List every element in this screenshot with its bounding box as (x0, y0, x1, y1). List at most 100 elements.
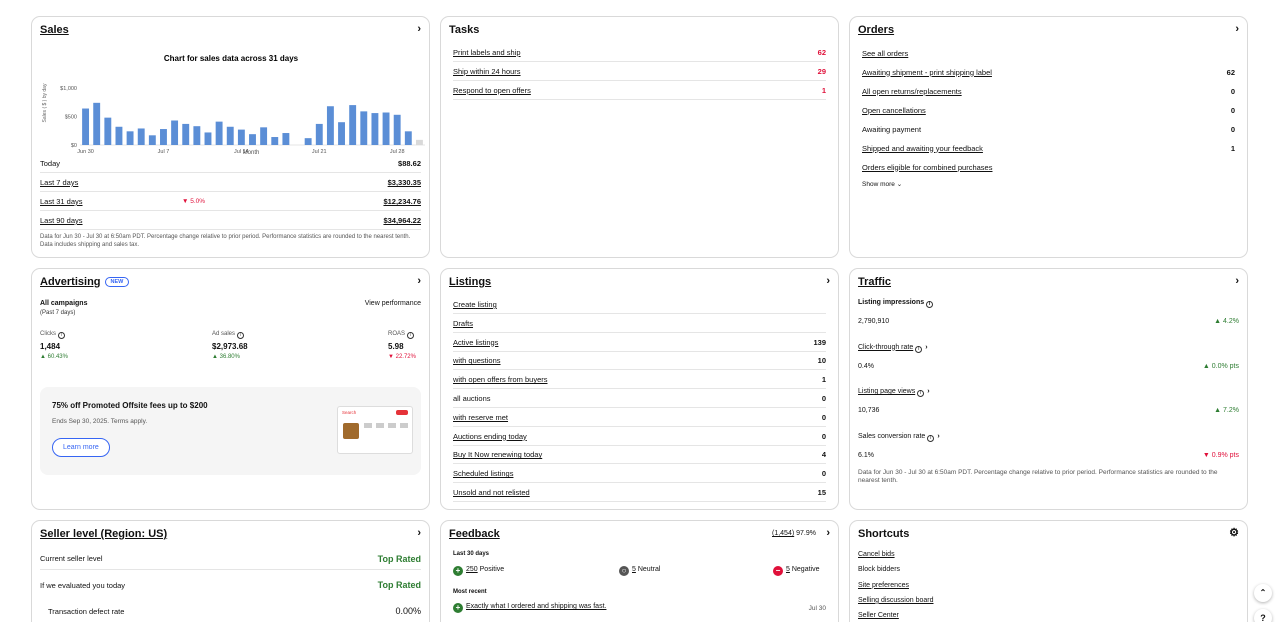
sales-bar[interactable] (182, 123, 190, 145)
sales-bar[interactable] (104, 117, 112, 145)
chevron-right-icon[interactable]: › (417, 23, 421, 35)
listing-row[interactable]: all auctions 0 (453, 390, 826, 408)
traffic-metric-value: 10,736 (858, 407, 880, 414)
task-row[interactable]: Respond to open offers 1 (453, 82, 826, 100)
listing-row[interactable]: Unsold and not relisted 15 (453, 484, 826, 502)
shortcut-link[interactable]: Seller Center (858, 612, 899, 619)
sales-bar[interactable] (160, 129, 167, 145)
listing-row[interactable]: Create listing (453, 296, 826, 314)
traffic-metric-label-wrap[interactable]: Click-through rate i › (858, 344, 928, 353)
show-more-button[interactable]: Show more ⌄ (862, 180, 902, 188)
sales-bar[interactable] (204, 132, 212, 145)
minus-circle-icon: − (773, 566, 783, 576)
sales-bar[interactable] (282, 133, 290, 145)
sales-bar[interactable] (349, 105, 357, 145)
shortcut-link[interactable]: Cancel bids (858, 551, 895, 558)
order-row[interactable]: Shipped and awaiting your feedback 1 (862, 139, 1235, 157)
sales-bar[interactable] (115, 126, 123, 145)
scroll-top-button[interactable]: ⌃ (1254, 584, 1272, 602)
chevron-right-icon[interactable]: › (826, 275, 830, 287)
info-icon[interactable]: i (927, 434, 935, 442)
sales-row[interactable]: Last 7 days $3,330.35 (40, 174, 421, 192)
chevron-right-icon[interactable]: › (417, 527, 421, 539)
sales-bar[interactable] (215, 121, 223, 145)
sales-bar[interactable] (360, 111, 368, 145)
order-row[interactable]: See all orders (862, 44, 1235, 62)
listing-row[interactable]: with reserve met 0 (453, 409, 826, 427)
listing-row[interactable]: Auctions ending today 0 (453, 428, 826, 446)
listing-row[interactable]: Active listings 139 (453, 334, 826, 352)
sales-bar[interactable] (304, 138, 312, 145)
chevron-right-icon[interactable]: › (1235, 275, 1239, 287)
listing-row[interactable]: Drafts (453, 315, 826, 333)
shortcut-link[interactable]: Site preferences (858, 582, 909, 589)
order-row[interactable]: Orders eligible for combined purchases (862, 158, 1235, 176)
listing-row[interactable]: with questions 10 (453, 352, 826, 371)
sales-bar[interactable] (326, 106, 334, 145)
sales-row[interactable]: Last 90 days $34,964.22 (40, 212, 421, 230)
gear-icon[interactable]: ⚙ (1229, 527, 1239, 539)
traffic-metric-value: 0.4% (858, 362, 874, 370)
ad-metric-label: Clicks (40, 331, 56, 337)
info-icon[interactable]: i (926, 301, 934, 308)
chevron-right-icon[interactable]: › (417, 275, 421, 287)
task-row[interactable]: Print labels and ship 62 (453, 44, 826, 62)
order-row[interactable]: Open cancellations 0 (862, 101, 1235, 119)
sales-bar[interactable] (371, 113, 379, 145)
sales-bar[interactable] (249, 134, 256, 145)
sales-bar[interactable] (415, 139, 423, 145)
sales-bar[interactable] (126, 131, 134, 145)
sales-bar[interactable] (137, 128, 145, 145)
traffic-metric-label-wrap[interactable]: Listing page views i › (858, 388, 930, 397)
seller-level-title[interactable]: Seller level (Region: US) (40, 528, 167, 540)
sales-bar[interactable] (171, 120, 179, 145)
chevron-right-icon[interactable]: › (1235, 23, 1239, 35)
task-row[interactable]: Ship within 24 hours 29 (453, 63, 826, 81)
traffic-metric-label-wrap: Listing impressions i (858, 299, 934, 308)
info-icon[interactable]: i (917, 390, 925, 397)
info-icon[interactable]: i (58, 332, 65, 339)
sales-bar[interactable] (404, 131, 412, 145)
feedback-count[interactable]: (1,454) (772, 530, 794, 537)
neutral-feedback[interactable]: ○ 5 Neutral (619, 566, 660, 576)
recent-feedback-item[interactable]: + Exactly what I ordered and shipping was… (453, 603, 606, 613)
sales-bar[interactable] (382, 112, 390, 145)
listing-row[interactable]: with open offers from buyers 1 (453, 371, 826, 390)
help-button[interactable]: ? (1254, 609, 1272, 622)
learn-more-button[interactable]: Learn more (52, 438, 110, 457)
info-icon[interactable]: i (915, 345, 923, 353)
ad-metric-label-wrap: Ad sales i (212, 331, 248, 339)
advertising-title[interactable]: Advertising NEW (40, 276, 130, 288)
feedback-title[interactable]: Feedback (449, 528, 500, 540)
sales-bar[interactable] (338, 122, 345, 145)
sales-bar[interactable] (82, 108, 90, 145)
negative-feedback[interactable]: −5 Negative (773, 566, 820, 576)
shortcut-link[interactable]: Selling discussion board (858, 597, 934, 604)
listings-title[interactable]: Listings (449, 276, 491, 288)
sales-title[interactable]: Sales (40, 24, 69, 36)
sales-bar[interactable] (393, 114, 401, 145)
order-row[interactable]: Awaiting payment 0 (862, 120, 1235, 138)
chevron-right-icon[interactable]: › (826, 527, 830, 539)
sales-bar[interactable] (93, 102, 101, 145)
sales-row[interactable]: Last 31 days ▼ 5.0% $12,234.76 (40, 193, 421, 211)
traffic-metric-label-wrap[interactable]: Sales conversion rate i › (858, 433, 940, 442)
sales-bar[interactable] (260, 127, 268, 145)
sales-bar[interactable] (226, 126, 234, 145)
sales-bar[interactable] (237, 129, 245, 145)
sales-bar[interactable] (271, 137, 279, 145)
sales-bar[interactable] (193, 126, 201, 145)
shortcut-link[interactable]: Block bidders (858, 566, 900, 573)
traffic-title[interactable]: Traffic (858, 276, 891, 288)
listing-row[interactable]: Buy It Now renewing today 4 (453, 446, 826, 465)
order-row[interactable]: Awaiting shipment - print shipping label… (862, 63, 1235, 81)
info-icon[interactable]: i (407, 332, 415, 339)
view-performance-link[interactable]: View performance (365, 300, 421, 307)
info-icon[interactable]: i (237, 332, 245, 339)
positive-feedback[interactable]: +250 Positive (453, 566, 504, 576)
orders-title[interactable]: Orders (858, 24, 894, 36)
sales-bar[interactable] (148, 135, 156, 145)
sales-bar[interactable] (315, 123, 323, 145)
order-row[interactable]: All open returns/replacements 0 (862, 82, 1235, 100)
listing-row[interactable]: Scheduled listings 0 (453, 465, 826, 484)
